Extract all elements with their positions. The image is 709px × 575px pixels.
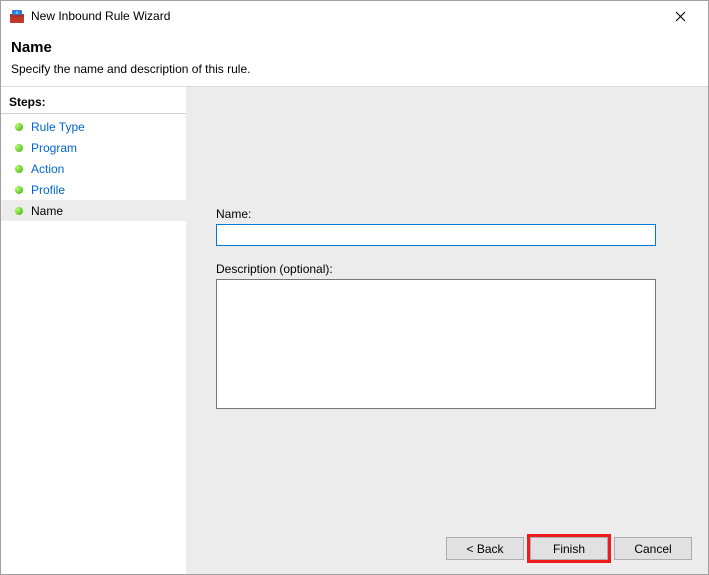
wizard-body: Steps: Rule Type Program Action Profile … (1, 86, 708, 574)
step-rule-type[interactable]: Rule Type (1, 116, 186, 137)
step-bullet-icon (15, 123, 23, 131)
page-title: Name (11, 39, 698, 56)
step-name[interactable]: Name (1, 200, 186, 221)
steps-heading: Steps: (1, 93, 186, 114)
description-label: Description (optional): (216, 262, 678, 276)
step-label: Rule Type (31, 120, 85, 134)
close-icon (675, 11, 686, 22)
step-label: Name (31, 204, 63, 218)
step-profile[interactable]: Profile (1, 179, 186, 200)
step-program[interactable]: Program (1, 137, 186, 158)
button-row: < Back Finish Cancel (446, 537, 692, 560)
close-button[interactable] (660, 2, 700, 30)
step-label: Program (31, 141, 77, 155)
name-group: Name: (216, 207, 678, 246)
page-subtitle: Specify the name and description of this… (11, 62, 698, 76)
step-bullet-icon (15, 165, 23, 173)
steps-sidebar: Steps: Rule Type Program Action Profile … (1, 87, 186, 574)
finish-button[interactable]: Finish (530, 537, 608, 560)
description-input[interactable] (216, 279, 656, 409)
wizard-main-panel: Name: Description (optional): < Back Fin… (186, 87, 708, 574)
name-input[interactable] (216, 224, 656, 246)
window-title: New Inbound Rule Wizard (31, 9, 170, 23)
step-bullet-icon (15, 144, 23, 152)
wizard-window: New Inbound Rule Wizard Name Specify the… (0, 0, 709, 575)
step-label: Action (31, 162, 64, 176)
step-action[interactable]: Action (1, 158, 186, 179)
wizard-header: Name Specify the name and description of… (1, 31, 708, 86)
description-group: Description (optional): (216, 262, 678, 412)
firewall-icon (9, 8, 25, 24)
step-bullet-icon (15, 207, 23, 215)
titlebar: New Inbound Rule Wizard (1, 1, 708, 31)
cancel-button[interactable]: Cancel (614, 537, 692, 560)
name-label: Name: (216, 207, 678, 221)
step-bullet-icon (15, 186, 23, 194)
step-label: Profile (31, 183, 65, 197)
back-button[interactable]: < Back (446, 537, 524, 560)
